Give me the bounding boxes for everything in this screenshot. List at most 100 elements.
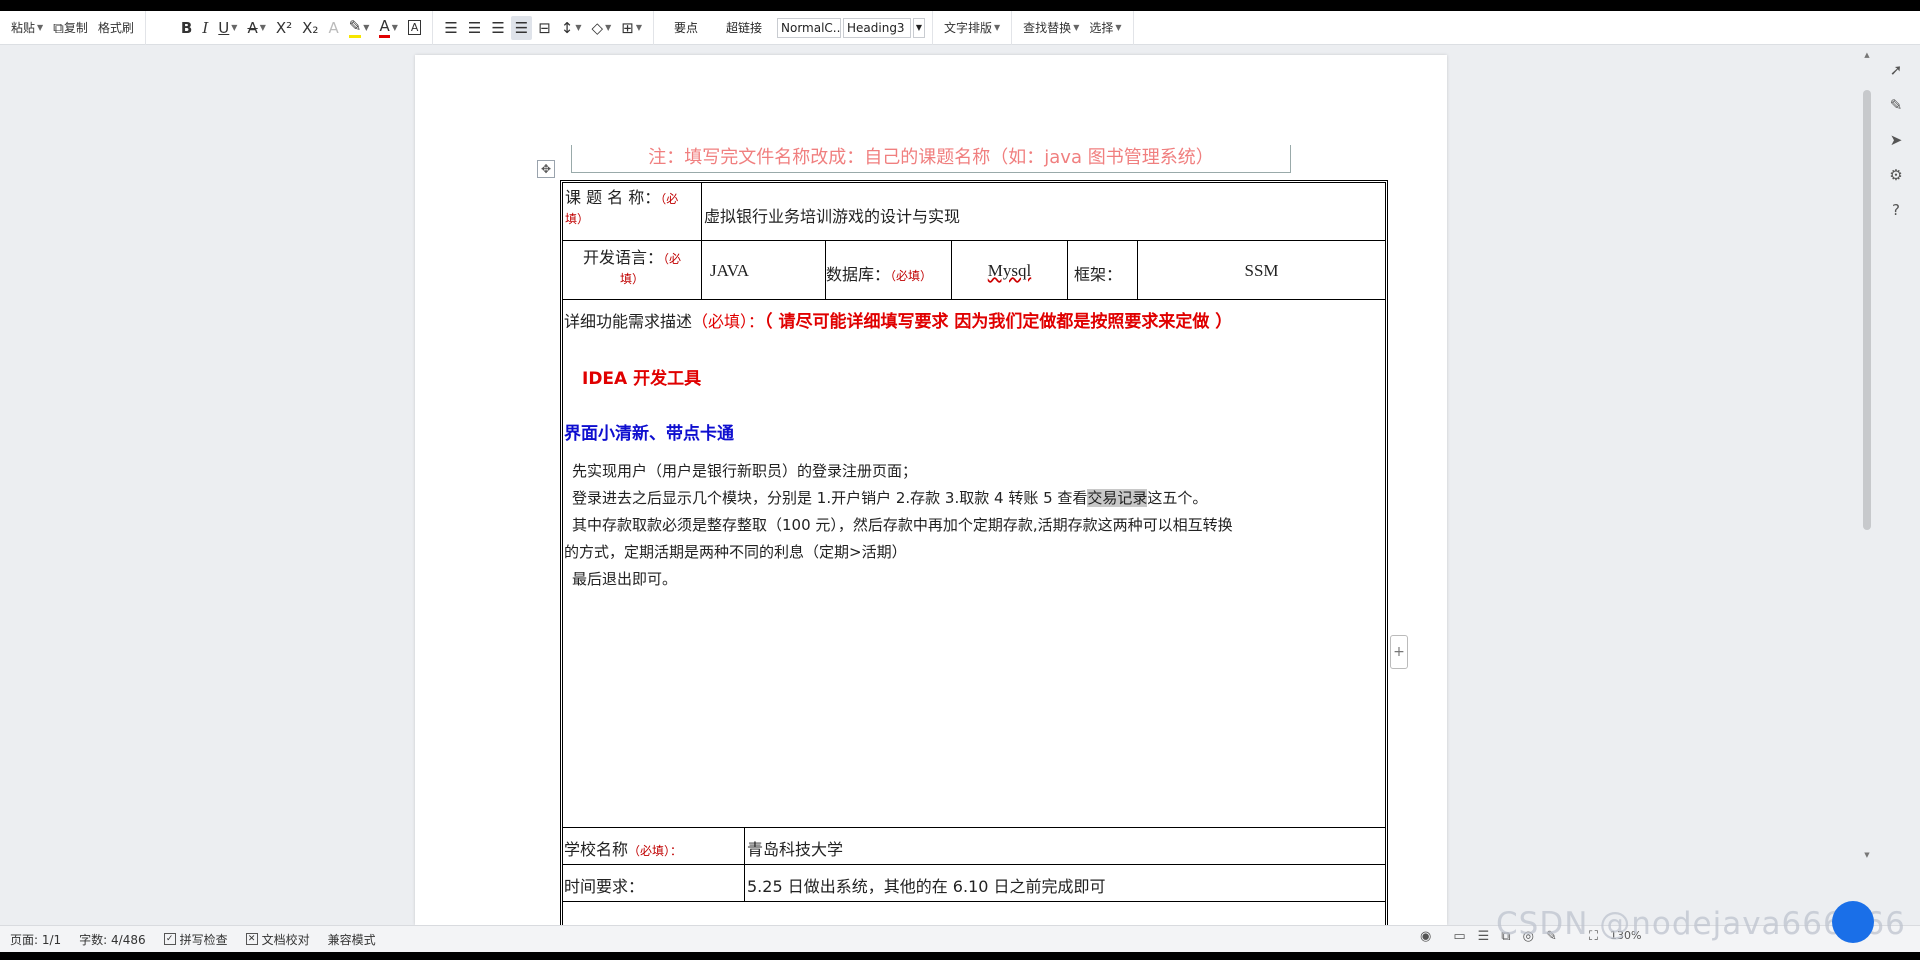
body-line-5: 最后退出即可。 (572, 570, 678, 588)
checkbox-icon: ✓ (163, 933, 176, 945)
topic-value-cell[interactable]: 虚拟银行业务培训游戏的设计与实现 (702, 183, 1385, 241)
paragraph-group: ☰ ☰ ☰ ☰ ⊟ ↕ ▼ ◇ ▼ ⊞ ▼ (433, 10, 654, 45)
edit-group: 查找替换 ▼ 选择 ▼ (1012, 10, 1134, 45)
requirements-table: 课 题 名 称：（必 填） 虚拟银行业务培训游戏的设计与实现 开发语言：（必 填… (560, 180, 1388, 925)
borders-button[interactable]: ⊞ ▼ (617, 16, 646, 40)
clipboard-group: 粘贴 ▼ ⧉ 复制 格式刷 (0, 10, 146, 45)
borders-icon: ⊞ (621, 18, 634, 37)
vertical-scrollbar[interactable]: ▲ ▼ (1862, 50, 1872, 865)
idea-line: IDEA 开发工具 (582, 369, 702, 389)
chevron-down-icon: ▼ (37, 23, 44, 32)
body-line-2: 登录进去之后显示几个模块，分别是 1.开户销户 2.存款 3.取款 4 转账 5… (572, 489, 1208, 507)
line-spacing-icon: ↕ (560, 18, 574, 37)
align-center-icon: ☰ (467, 18, 482, 37)
time-value-cell[interactable]: 5.25 日做出系统，其他的在 6.10 日之前完成即可 (745, 865, 1385, 902)
underline-button[interactable]: U ▼ (214, 16, 241, 40)
bold-button[interactable]: B (177, 16, 196, 40)
proof-icon: ✕ (245, 933, 258, 945)
top-bar (0, 0, 1920, 11)
line-spacing-button[interactable]: ↕ ▼ (557, 16, 586, 40)
school-value-cell[interactable]: 青岛科技大学 (745, 828, 1385, 865)
text-effect-icon: A (328, 18, 339, 37)
lang-label-cell: 开发语言：（必 填） (563, 241, 702, 300)
char-border-button[interactable]: A (404, 16, 426, 40)
style-heading3[interactable]: Heading3 (843, 17, 911, 38)
body-line-3: 其中存款取款必须是整存整取（100 元），然后存款中再加个定期存款,活期存款这两… (572, 516, 1233, 534)
align-right-button[interactable]: ☰ (487, 16, 508, 40)
format-painter-button[interactable]: 格式刷 (94, 16, 138, 40)
italic-button[interactable]: I (198, 16, 212, 40)
highlight-button[interactable]: ✎ ▼ (345, 16, 374, 40)
text-effect-button[interactable]: A (324, 16, 342, 40)
scroll-down-icon[interactable]: ▼ (1862, 850, 1872, 860)
align-left-button[interactable]: ☰ (440, 16, 461, 40)
compat-mode-label: 兼容模式 (327, 932, 376, 947)
strikethrough-button[interactable]: A ▼ (243, 16, 269, 40)
rocket-icon[interactable]: ➚ (1886, 60, 1906, 80)
settings-slider-icon[interactable]: ⚙ (1886, 165, 1906, 185)
filename-note: 注：填写完文件名称改成：自己的课题名称（如：java 图书管理系统） (571, 145, 1291, 173)
justify-icon: ☰ (514, 18, 529, 37)
topic-label-cell: 课 题 名 称：（必 填） (563, 183, 702, 241)
body-line-4: 的方式，定期活期是两种不同的利息（定期>活期） (564, 543, 907, 561)
page-indicator[interactable]: 页面: 1/1 (10, 931, 61, 948)
doc-proof-button[interactable]: ✕ 文档校对 (245, 931, 310, 948)
page-view-icon[interactable]: ▭ (1453, 929, 1465, 944)
shading-icon: ◇ (591, 18, 604, 37)
spell-check-button[interactable]: ✓ 拼写检查 (163, 931, 228, 948)
font-color-icon: A (379, 17, 390, 38)
chevron-down-icon: ▼ (391, 23, 398, 32)
italic-icon: I (202, 18, 209, 37)
eye-icon[interactable]: ◉ (1420, 929, 1431, 944)
highlighter-icon: ✎ (348, 17, 362, 38)
body-line-1: 先实现用户（用户是银行新职员）的登录注册页面； (572, 462, 918, 480)
cursor-icon[interactable]: ➤ (1886, 130, 1906, 150)
ui-style-line: 界面小清新、带点卡通 (564, 424, 734, 444)
chevron-down-icon: ▼ (575, 23, 582, 32)
style-key-point[interactable]: 要点 (660, 19, 712, 36)
word-count[interactable]: 字数: 4/486 (79, 931, 145, 948)
superscript-button[interactable]: X² (272, 16, 296, 40)
framework-value-cell[interactable]: SSM (1138, 241, 1385, 300)
styles-group: 要点 超链接 NormalC... Heading3 ▼ (654, 10, 933, 45)
align-center-button[interactable]: ☰ (464, 16, 485, 40)
lang-value-cell[interactable]: JAVA (702, 241, 826, 300)
chevron-down-icon: ▼ (363, 23, 370, 32)
chevron-down-icon: ▼ (605, 23, 612, 32)
text-layout-button[interactable]: 文字排版 ▼ (940, 16, 1004, 40)
copy-icon: ⧉ (53, 18, 64, 37)
table-move-icon[interactable]: ✥ (537, 160, 555, 178)
align-right-icon: ☰ (491, 18, 505, 37)
strikethrough-icon: A (247, 18, 258, 37)
bold-icon: B (180, 18, 193, 37)
style-hyperlink[interactable]: 超链接 (712, 19, 776, 36)
assistant-button[interactable] (1832, 901, 1874, 943)
pen-icon[interactable]: ✎ (1886, 95, 1906, 115)
distribute-icon: ⊟ (538, 18, 551, 37)
help-icon[interactable]: ? (1886, 200, 1906, 220)
font-group: B I U ▼ A ▼ X² X₂ A ✎ ▼ A ▼ A (146, 10, 434, 45)
chevron-down-icon: ▼ (259, 23, 266, 32)
align-left-icon: ☰ (444, 18, 458, 37)
paste-button[interactable]: 粘贴 ▼ (7, 16, 47, 40)
scroll-up-icon[interactable]: ▲ (1862, 50, 1872, 60)
bottom-bar (0, 952, 1920, 960)
ribbon-toolbar: 粘贴 ▼ ⧉ 复制 格式刷 B I U ▼ A ▼ X² X₂ A ✎ ▼ A ▼ A ☰ … (0, 10, 1920, 45)
copy-button[interactable]: ⧉ 复制 (49, 16, 92, 40)
select-button[interactable]: 选择 ▼ (1085, 16, 1125, 40)
shading-button[interactable]: ◇ ▼ (588, 16, 616, 40)
style-normal[interactable]: NormalC... (777, 17, 841, 38)
db-value-cell[interactable]: Mysql (952, 241, 1068, 300)
superscript-icon: X² (275, 18, 293, 37)
styles-expand-button[interactable]: ▼ (913, 17, 925, 38)
find-replace-button[interactable]: 查找替换 ▼ (1019, 16, 1083, 40)
school-label-cell: 学校名称（必填）： (563, 828, 745, 865)
justify-button[interactable]: ☰ (510, 15, 533, 40)
outline-view-icon[interactable]: ☰ (1478, 929, 1490, 944)
scroll-thumb[interactable] (1863, 90, 1871, 530)
subscript-button[interactable]: X₂ (298, 16, 322, 40)
add-row-button[interactable]: + (1390, 635, 1408, 669)
distribute-button[interactable]: ⊟ (534, 16, 555, 40)
description-cell[interactable]: 详细功能需求描述（必填）：（ 请尽可能详细填写要求 因为我们定做都是按照要求来定… (563, 300, 1385, 828)
font-color-button[interactable]: A ▼ (375, 16, 401, 40)
